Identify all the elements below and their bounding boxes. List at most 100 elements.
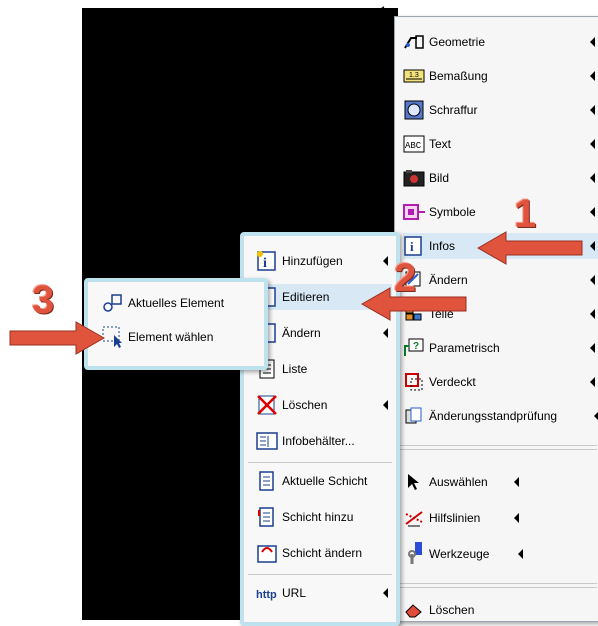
menu-item-label: URL (282, 586, 307, 600)
menu-item-label: Infos (429, 239, 456, 253)
submenu-arrow-icon (518, 549, 523, 559)
submenu-arrow-icon (590, 37, 595, 47)
submenu-arrow-icon (383, 328, 388, 338)
menu-item-label: Verdeckt (429, 375, 476, 389)
svg-text:http: http (256, 589, 277, 601)
menu-item-label: Liste (282, 362, 308, 376)
menu-item-schicht-hinzu[interactable]: Schicht hinzu (256, 504, 392, 530)
menu-item-label: Schicht ändern (282, 546, 363, 560)
submenu-arrow-icon (383, 256, 388, 266)
parametric-icon: ? (403, 337, 425, 359)
menu-item-loeschen[interactable]: Löschen (403, 597, 598, 623)
submenu-arrow-icon (383, 588, 388, 598)
dimension-icon: 1.3 (403, 65, 425, 87)
menu-item-bild[interactable]: Bild (403, 165, 598, 191)
menu-item-werkzeuge[interactable]: Werkzeuge (403, 541, 527, 567)
submenu-arrow-icon (590, 173, 595, 183)
menu-item-aktuelle-schicht[interactable]: Aktuelle Schicht (256, 468, 392, 494)
page-number: 1 (380, 4, 387, 18)
submenu-arrow-icon (590, 207, 595, 217)
menu-item-label: Geometrie (429, 35, 486, 49)
annotation-arrow-3 (9, 321, 106, 355)
url-icon: http (256, 582, 278, 604)
current-layer-icon (256, 470, 278, 492)
menu-item-label: Änderungsstandprüfung (429, 409, 558, 423)
menu-item-label: Schicht hinzu (282, 510, 354, 524)
submenu-arrow-icon (590, 71, 595, 81)
menu-separator (397, 445, 597, 446)
menu-item-label: Hilfslinien (429, 511, 481, 525)
menu-item-label: Aktuelles Element (128, 296, 225, 310)
submenu-arrow-icon (590, 105, 595, 115)
menu-item-label: Bild (429, 171, 450, 185)
editieren-submenu: Aktuelles Element Element wählen (84, 278, 268, 370)
menu-item-liste[interactable]: Liste (256, 356, 392, 382)
info-container-icon (256, 430, 278, 452)
step-number-3: 3 (32, 278, 55, 322)
hatch-icon (403, 99, 425, 121)
revision-check-icon (403, 405, 425, 427)
change-layer-icon (256, 542, 278, 564)
menu-item-schraffur[interactable]: Schraffur (403, 97, 598, 123)
menu-item-hilfslinien[interactable]: Hilfslinien (403, 505, 523, 531)
svg-text:i: i (410, 239, 414, 254)
info-icon: i (403, 235, 425, 257)
submenu-arrow-icon (514, 513, 519, 523)
menu-item-auswaehlen[interactable]: Auswählen (403, 469, 523, 495)
menu-separator (397, 583, 597, 584)
symbols-icon (403, 201, 425, 223)
current-element-icon (102, 292, 124, 314)
menu-item-label: Editieren (282, 290, 330, 304)
submenu-arrow-icon (590, 139, 595, 149)
menu-item-verdeckt[interactable]: Verdeckt (403, 369, 598, 395)
svg-text:?: ? (413, 341, 419, 352)
menu-item-label: Parametrisch (429, 341, 500, 355)
image-icon (403, 167, 425, 189)
menu-item-element-waehlen[interactable]: Element wählen (102, 324, 262, 350)
menu-item-label: Bemaßung (429, 69, 488, 83)
submenu-arrow-icon (590, 241, 595, 251)
eraser-icon (403, 599, 425, 621)
menu-item-aenderungsstandpruefung[interactable]: Änderungsstandprüfung (403, 403, 598, 429)
svg-text:ABC: ABC (405, 141, 422, 151)
menu-item-aktuelles-element[interactable]: Aktuelles Element (102, 290, 262, 316)
submenu-arrow-icon (590, 377, 595, 387)
step-number-1: 1 (514, 192, 537, 236)
menu-item-label: Infobehälter... (282, 434, 355, 448)
menu-separator (397, 449, 597, 450)
submenu-arrow-icon (383, 400, 388, 410)
svg-text:i: i (263, 256, 267, 271)
menu-item-label: Aktuelle Schicht (282, 474, 368, 488)
submenu-arrow-icon (594, 411, 598, 421)
guidelines-icon (403, 507, 425, 529)
menu-item-label: Schraffur (429, 103, 478, 117)
submenu-arrow-icon (590, 343, 595, 353)
menu-item-url[interactable]: http URL (256, 580, 392, 606)
submenu-arrow-icon (514, 477, 519, 487)
menu-item-schicht-aendern[interactable]: Schicht ändern (256, 540, 392, 566)
geometry-icon (403, 31, 425, 53)
step-number-2: 2 (394, 256, 417, 300)
menu-separator (397, 587, 597, 588)
submenu-arrow-icon (590, 309, 595, 319)
tools-icon (403, 542, 425, 565)
menu-item-loeschen-info[interactable]: Löschen (256, 392, 392, 418)
menu-item-hinzufuegen[interactable]: i Hinzufügen (256, 248, 392, 274)
menu-item-label: Element wählen (128, 330, 214, 344)
menu-item-bemassung[interactable]: 1.3 Bemaßung (403, 63, 598, 89)
submenu-arrow-icon (590, 275, 595, 285)
menu-item-label: Auswählen (429, 475, 488, 489)
menu-item-label: Hinzufügen (282, 254, 343, 268)
svg-text:1.3: 1.3 (409, 72, 419, 79)
menu-item-text[interactable]: ABC Text (403, 131, 598, 157)
menu-item-label: Symbole (429, 205, 476, 219)
menu-item-geometrie[interactable]: Geometrie (403, 29, 598, 55)
hidden-icon (403, 371, 425, 393)
menu-item-label: Werkzeuge (429, 547, 490, 561)
menu-item-infobehaelter[interactable]: Infobehälter... (256, 428, 392, 454)
info-add-icon: i (256, 250, 278, 272)
menu-item-symbole[interactable]: Symbole (403, 199, 598, 225)
menu-item-parametrisch[interactable]: ? Parametrisch (403, 335, 598, 361)
menu-item-label: Löschen (429, 603, 475, 617)
menu-separator (248, 462, 392, 463)
